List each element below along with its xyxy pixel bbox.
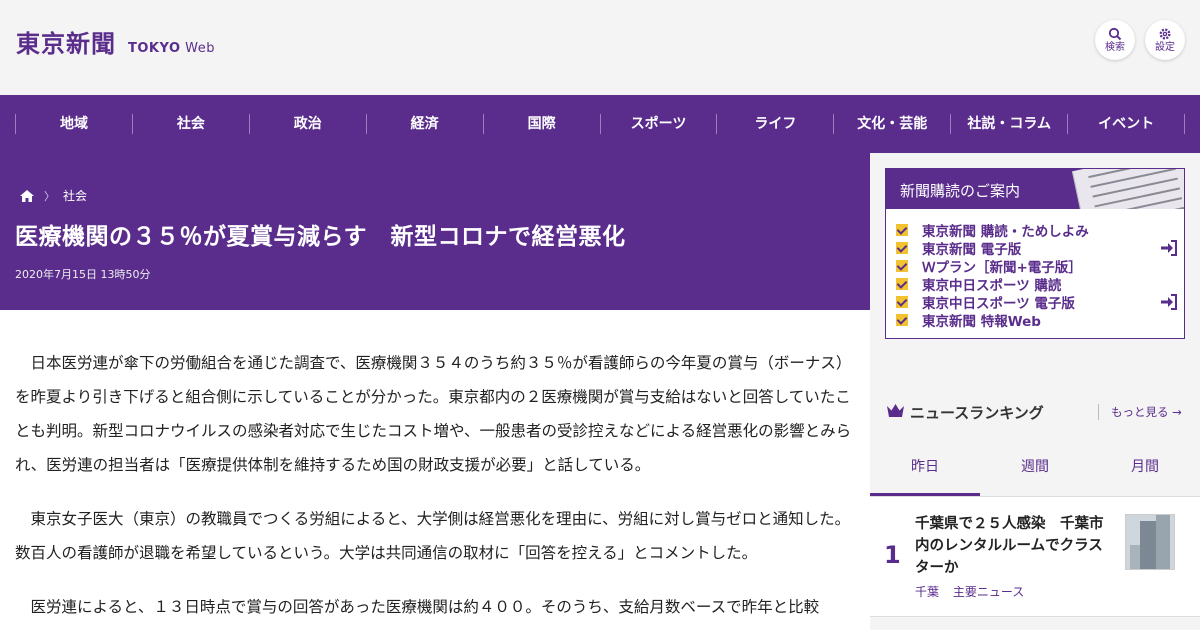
chevron-right-icon: 〉 (44, 189, 55, 203)
ranking-item[interactable]: 1 千葉県で２５人感染 千葉市内のレンタルルームでクラスターか 千葉 主要ニュー… (870, 497, 1200, 617)
search-label: 検索 (1105, 42, 1125, 53)
article-paragraph: 医労連によると、１３日時点で賞与の回答があった医療機関は約４００。そのうち、支給… (30, 598, 820, 616)
arrow-right-icon: → (1172, 405, 1182, 419)
nav-item-editorial[interactable]: 社説・コラム (950, 114, 1067, 134)
nav-item-region[interactable]: 地域 (15, 114, 132, 134)
breadcrumb-section[interactable]: 社会 (63, 187, 87, 204)
checkbox-icon (896, 242, 908, 254)
nav-item-politics[interactable]: 政治 (248, 114, 366, 134)
logo-japanese: 東京新聞 (16, 29, 116, 58)
ranking-tabs: 昨日 週間 月間 (870, 440, 1200, 497)
crown-icon (887, 404, 904, 417)
main-nav: 地域 社会 政治 経済 国際 スポーツ ライフ 文化・芸能 社説・コラム イベン… (0, 95, 1200, 153)
subscription-list: 東京新聞 購読・ためしよみ 東京新聞 電子版 Ｗプラン［新聞+電子版］ 東京中日… (886, 209, 1184, 330)
subscription-box: 新聞購読のご案内 東京新聞 購読・ためしよみ 東京新聞 電子版 Ｗプラン［新聞+… (885, 168, 1185, 339)
tab-weekly[interactable]: 週間 (980, 440, 1090, 496)
rank-number: 1 (884, 541, 901, 569)
login-icon[interactable] (1160, 240, 1178, 256)
logo-english: TOKYO Web (128, 41, 215, 56)
newspaper-image (1071, 169, 1184, 209)
article-headline: 医療機関の３５％が夏賞与減らす 新型コロナで経営悪化 (15, 224, 626, 250)
article-paragraph: 日本医労連が傘下の労働組合を通じた調査で、医療機関３５４のうち約３５％が看護師ら… (15, 354, 852, 474)
checkbox-icon (896, 278, 908, 290)
subscription-link[interactable]: 東京中日スポーツ 購読 (896, 275, 1184, 294)
ranking-title: ニュースランキング (910, 404, 1044, 422)
checkbox-icon (896, 260, 908, 272)
home-icon[interactable] (20, 189, 34, 202)
article-date: 2020年7月15日 13時50分 (15, 268, 151, 281)
tab-yesterday[interactable]: 昨日 (870, 440, 980, 496)
subscription-header: 新聞購読のご案内 (886, 169, 1184, 209)
breadcrumb: 〉 社会 (20, 187, 87, 204)
nav-item-sports[interactable]: スポーツ (599, 114, 717, 134)
article-body: 日本医労連が傘下の労働組合を通じた調査で、医療機関３５４のうち約３５％が看護師ら… (0, 310, 870, 630)
nav-item-society[interactable]: 社会 (131, 114, 249, 134)
checkbox-icon (896, 224, 908, 236)
site-logo[interactable]: 東京新聞 TOKYO Web (16, 24, 215, 59)
settings-label: 設定 (1155, 42, 1175, 53)
search-icon (1108, 27, 1122, 41)
nav-item-culture[interactable]: 文化・芸能 (833, 114, 950, 134)
article-header: 〉 社会 医療機関の３５％が夏賞与減らす 新型コロナで経営悪化 2020年7月1… (0, 153, 870, 310)
ranking-header: ニュースランキング もっと見る → (870, 386, 1200, 434)
search-button[interactable]: 検索 (1095, 20, 1135, 60)
checkbox-icon (896, 314, 908, 326)
more-link[interactable]: もっと見る → (1098, 404, 1182, 420)
nav-item-international[interactable]: 国際 (482, 114, 600, 134)
nav-item-life[interactable]: ライフ (716, 114, 833, 134)
login-icon[interactable] (1160, 294, 1178, 310)
ranking-thumbnail[interactable] (1125, 514, 1175, 570)
gear-icon (1159, 28, 1171, 40)
subscription-link[interactable]: Ｗプラン［新聞+電子版］ (896, 257, 1184, 276)
subscription-link[interactable]: 東京新聞 特報Web (896, 311, 1184, 330)
settings-button[interactable]: 設定 (1145, 20, 1185, 60)
tag-link[interactable]: 千葉 (915, 585, 939, 599)
checkbox-icon (896, 296, 908, 308)
nav-item-events[interactable]: イベント (1067, 114, 1186, 134)
ranking-item-title[interactable]: 千葉県で２５人感染 千葉市内のレンタルルームでクラスターか (915, 513, 1117, 579)
nav-item-economy[interactable]: 経済 (365, 114, 483, 134)
subscription-title: 新聞購読のご案内 (900, 182, 1021, 200)
article-paragraph: 東京女子医大（東京）の教職員でつくる労組によると、大学側は経営悪化を理由に、労組… (15, 510, 851, 562)
tab-monthly[interactable]: 月間 (1090, 440, 1200, 496)
site-header: 東京新聞 TOKYO Web 検索 設定 (0, 0, 1200, 95)
subscription-link[interactable]: 東京新聞 電子版 (896, 239, 1184, 258)
subscription-link[interactable]: 東京中日スポーツ 電子版 (896, 293, 1184, 312)
ranking-item-tags: 千葉 主要ニュース (915, 583, 1034, 600)
subscription-link[interactable]: 東京新聞 購読・ためしよみ (896, 221, 1184, 240)
tag-link[interactable]: 主要ニュース (953, 585, 1024, 599)
